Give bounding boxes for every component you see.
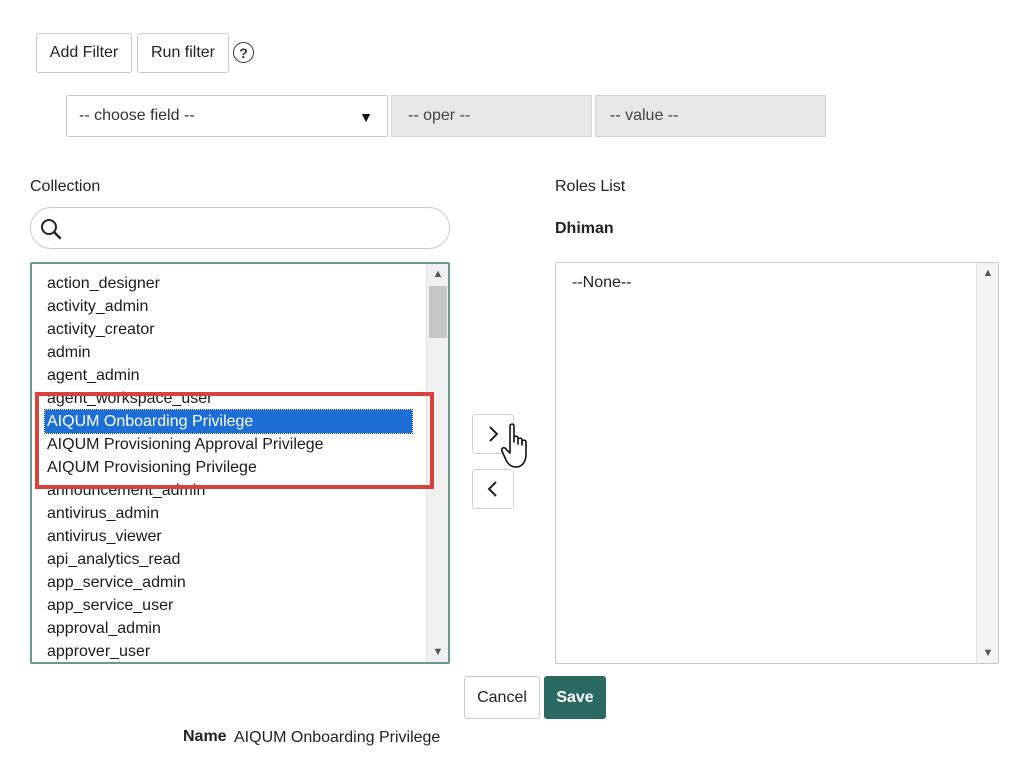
scroll-up-icon[interactable]: ▲ [977,263,999,283]
choose-field-select[interactable]: -- choose field -- ▼ [66,95,388,137]
collection-list-item[interactable]: approval_admin [32,617,428,640]
operator-select: -- oper -- [391,95,592,137]
collection-item-label: approval_admin [47,620,161,637]
run-filter-button[interactable]: Run filter [137,33,229,73]
collection-list-item[interactable]: app_service_user [32,594,428,617]
roles-scrollbar[interactable]: ▲ ▼ [976,263,998,663]
collection-list-item[interactable]: api_analytics_read [32,548,428,571]
collection-item-label: action_designer [47,275,160,292]
collection-item-label: activity_creator [47,321,155,338]
collection-list-item[interactable]: activity_creator [32,318,428,341]
value-field: -- value -- [595,95,826,137]
collection-list-item[interactable]: antivirus_admin [32,502,428,525]
search-icon [41,219,62,240]
name-field-value: AIQUM Onboarding Privilege [234,729,441,746]
chevron-right-icon [489,426,499,442]
collection-item-label: approver_user [47,643,151,660]
collection-list-item[interactable]: app_service_admin [32,571,428,594]
scroll-down-icon[interactable]: ▼ [427,642,448,662]
collection-item-label: app_service_admin [47,574,186,591]
annotation-highlight-box [35,392,434,489]
user-name-label: Dhiman [555,220,614,237]
help-icon[interactable]: ? [233,42,254,63]
collection-search-input[interactable] [30,207,450,249]
add-filter-button[interactable]: Add Filter [36,33,132,73]
collection-list-item[interactable]: admin [32,341,428,364]
collection-item-label: admin [47,344,91,361]
save-button[interactable]: Save [544,676,606,719]
collection-list-item[interactable]: agent_admin [32,364,428,387]
collection-list-item[interactable]: approver_user [32,640,428,662]
collection-item-label: agent_admin [47,367,140,384]
choose-field-value: -- choose field -- [79,107,195,124]
cancel-button[interactable]: Cancel [464,676,540,719]
scroll-down-icon[interactable]: ▼ [977,643,999,663]
name-field-label: Name [183,728,227,745]
remove-role-button[interactable] [472,469,514,509]
collection-list-item[interactable]: action_designer [32,272,428,295]
collection-item-label: antivirus_viewer [47,528,162,545]
collection-item-label: antivirus_admin [47,505,160,522]
scroll-up-icon[interactable]: ▲ [427,264,448,284]
collection-item-label: app_service_user [47,597,174,614]
scroll-thumb[interactable] [429,286,447,338]
collection-list-item[interactable]: activity_admin [32,295,428,318]
collection-item-label: activity_admin [47,298,149,315]
hand-cursor-icon [501,423,527,468]
collection-item-label: api_analytics_read [47,551,181,568]
dropdown-arrow-icon: ▼ [359,109,373,125]
collection-list-item[interactable]: antivirus_viewer [32,525,428,548]
roles-empty-text: --None-- [572,274,632,291]
collection-label: Collection [30,178,101,195]
chevron-left-icon [487,481,497,497]
roles-list-label: Roles List [555,178,626,195]
roles-listbox[interactable]: --None-- ▲ ▼ [555,262,999,664]
